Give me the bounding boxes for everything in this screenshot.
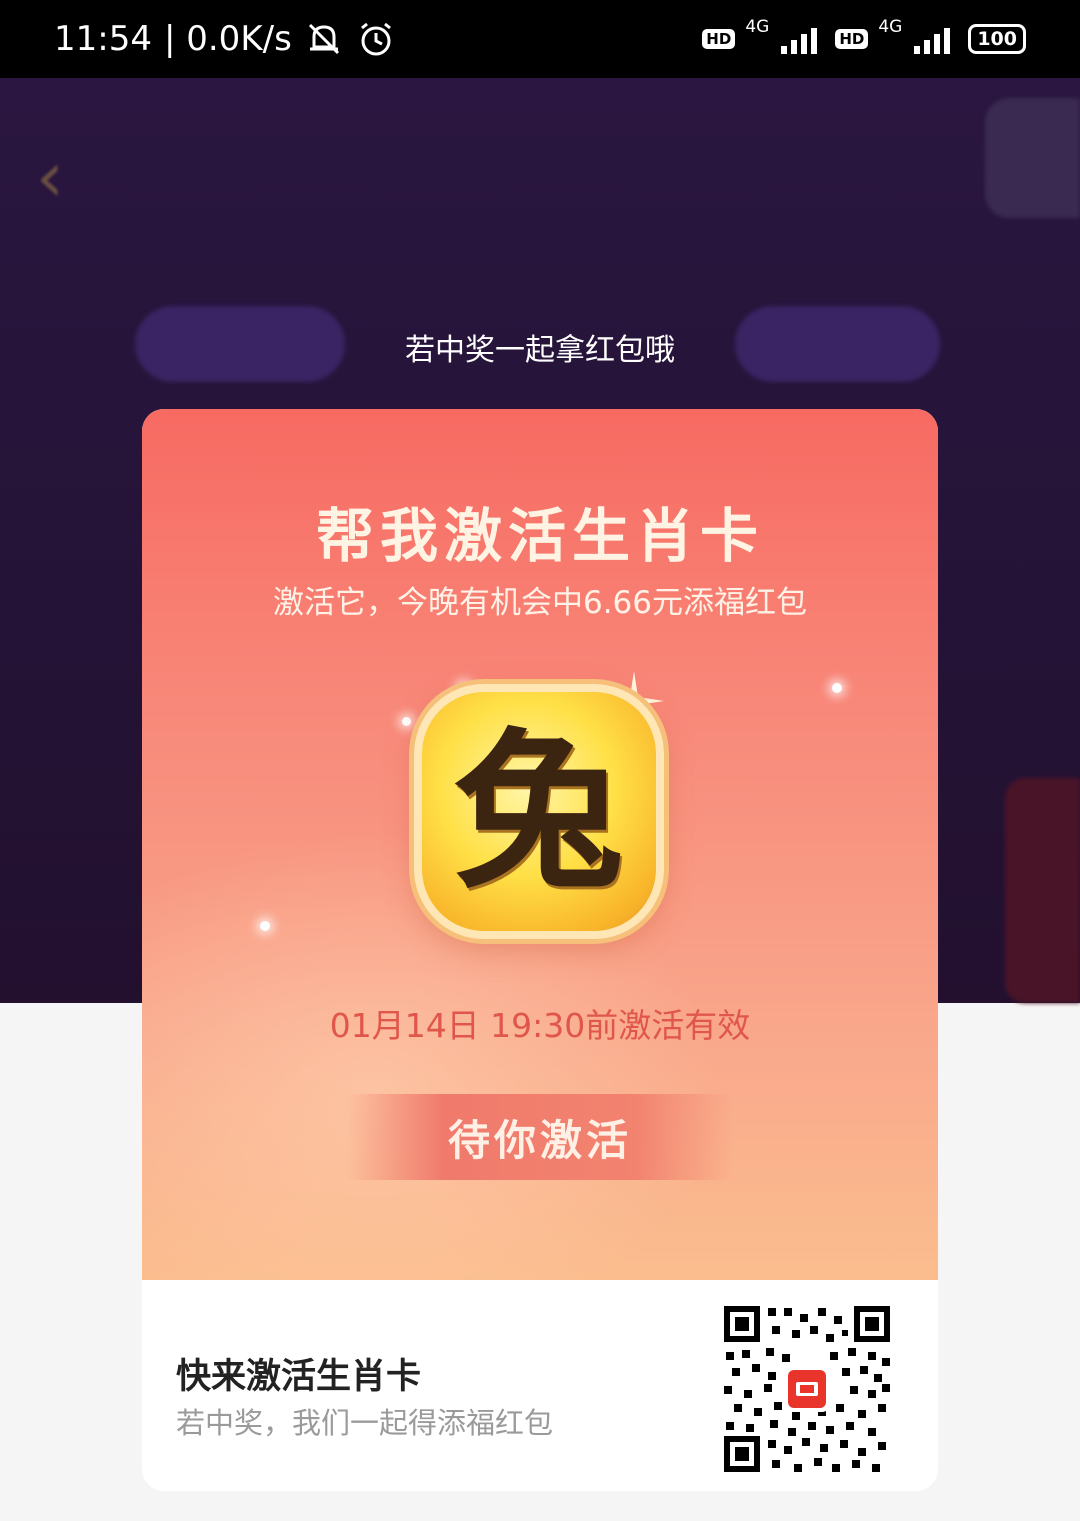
share-title: 快来激活生肖卡 (176, 1357, 422, 1397)
sim2-hd-badge: HD (835, 29, 869, 49)
signal-icon (781, 28, 818, 54)
card-subtitle: 激活它，今晚有机会中6.66元添福红包 (272, 585, 808, 621)
sparkle-icon (260, 921, 270, 931)
share-card: 帮我激活生肖卡 激活它，今晚有机会中6.66元添福红包 兔 01月14日 19:… (142, 409, 938, 1491)
zodiac-card: 兔 (414, 684, 664, 939)
share-hint: 若中奖一起拿红包哦 (405, 333, 675, 368)
signal-icon (914, 28, 951, 54)
background-side-banner (1005, 778, 1080, 1003)
qr-code-icon (722, 1304, 892, 1474)
status-bar: 11:54 | 0.0K/s HD 4G HD 4G 100 (0, 0, 1080, 78)
share-subtitle: 若中奖，我们一起得添福红包 (176, 1406, 554, 1440)
zodiac-character: 兔 (453, 711, 624, 912)
background-corner-button (985, 98, 1080, 218)
battery-icon: 100 (968, 24, 1026, 54)
sim1-net-label: 4G (745, 17, 770, 37)
sim2-net-label: 4G (878, 17, 903, 37)
status-time: 11:54 (54, 19, 152, 59)
status-right: HD 4G HD 4G 100 (702, 17, 1026, 54)
sparkle-icon (402, 717, 411, 726)
back-arrow-icon: ‹ (36, 136, 64, 218)
sim1-hd-badge: HD (702, 29, 736, 49)
status-net-speed: | 0.0K/s (163, 19, 292, 59)
sparkle-icon (832, 683, 842, 693)
status-left: 11:54 | 0.0K/s (54, 19, 396, 59)
activate-button[interactable]: 待你激活 (347, 1094, 733, 1180)
card-title: 帮我激活生肖卡 (315, 502, 764, 570)
alarm-icon (360, 22, 391, 56)
card-poster: 帮我激活生肖卡 激活它，今晚有机会中6.66元添福红包 兔 01月14日 19:… (142, 409, 938, 1349)
mute-bell-icon (308, 23, 339, 55)
expire-text: 01月14日 19:30前激活有效 (329, 1006, 751, 1045)
card-footer: 快来激活生肖卡 若中奖，我们一起得添福红包 (142, 1280, 938, 1491)
